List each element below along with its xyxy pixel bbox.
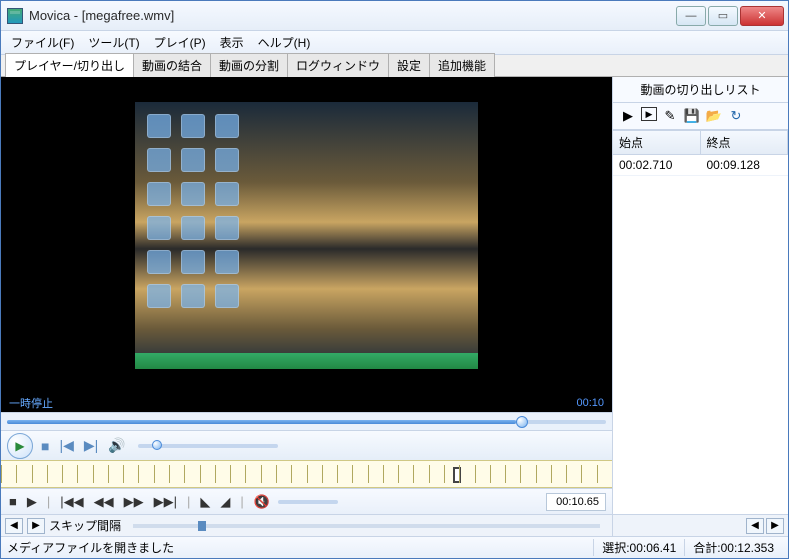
volume-thumb[interactable]	[152, 440, 162, 450]
segment-table: 始点 終点 00:02.710 00:09.128	[613, 130, 788, 514]
mark-out-button[interactable]: ◢	[218, 494, 232, 510]
edit-time-display: 00:10.65	[546, 493, 606, 511]
status-selection: 選択:00:06.41	[593, 539, 684, 556]
mark-in-button[interactable]: ◣	[198, 494, 212, 510]
skip-next-button[interactable]: ▶	[27, 518, 45, 534]
menu-file[interactable]: ファイル(F)	[5, 32, 80, 53]
status-total: 合計:00:12.353	[684, 539, 782, 556]
edit-volume-slider[interactable]	[278, 500, 338, 504]
main-area: 一時停止 00:10 ▶ ■ |◀ ▶| 🔊	[1, 77, 788, 536]
tab-join[interactable]: 動画の結合	[133, 53, 211, 77]
tab-settings[interactable]: 設定	[388, 53, 430, 77]
seg-open-button[interactable]: 📂	[705, 107, 723, 125]
statusbar: メディアファイルを開きました 選択:00:06.41 合計:00:12.353	[1, 536, 788, 558]
col-end[interactable]: 終点	[701, 131, 789, 154]
seekbar-row	[1, 412, 612, 430]
edit-play-button[interactable]: ▶	[25, 494, 39, 510]
skip-interval-label: スキップ間隔	[49, 517, 121, 534]
stop-button[interactable]: ■	[39, 438, 51, 454]
tab-extra[interactable]: 追加機能	[429, 53, 495, 77]
seg-play-button[interactable]: ▶	[619, 107, 637, 125]
skip-first-button[interactable]: |◀◀	[58, 494, 85, 510]
segment-panel-title: 動画の切り出しリスト	[613, 77, 788, 103]
seg-refresh-button[interactable]: ↻	[727, 107, 745, 125]
menubar: ファイル(F) ツール(T) プレイ(P) 表示 ヘルプ(H)	[1, 31, 788, 55]
segment-row[interactable]: 00:02.710 00:09.128	[613, 155, 788, 176]
skip-interval-thumb[interactable]	[198, 521, 206, 531]
tab-log[interactable]: ログウィンドウ	[287, 53, 389, 77]
video-display[interactable]	[1, 77, 612, 394]
playback-status: 一時停止	[9, 395, 53, 411]
minimize-button[interactable]: —	[676, 6, 706, 26]
skip-interval-slider[interactable]	[133, 524, 600, 528]
edit-controls: ■ ▶ | |◀◀ ◀◀ ▶▶ ▶▶| | ◣ ◢ | 🔇 00:10.65	[1, 488, 612, 514]
window-title: Movica - [megafree.wmv]	[29, 8, 676, 23]
segment-panel: 動画の切り出しリスト ▶ ▶ ✎ 💾 📂 ↻ 始点 終点 00:02.710 0…	[613, 77, 788, 536]
seekbar-thumb[interactable]	[516, 416, 528, 428]
seg-nav-next[interactable]: ▶	[766, 518, 784, 534]
titlebar: Movica - [megafree.wmv] — ▭ ✕	[1, 1, 788, 31]
menu-tools[interactable]: ツール(T)	[82, 32, 145, 53]
status-message: メディアファイルを開きました	[7, 539, 593, 556]
seekbar[interactable]	[7, 420, 606, 424]
play-icon: ▶	[15, 439, 24, 453]
volume-slider[interactable]	[138, 444, 278, 448]
close-button[interactable]: ✕	[740, 6, 784, 26]
tabbar: プレイヤー/切り出し 動画の結合 動画の分割 ログウィンドウ 設定 追加機能	[1, 55, 788, 77]
playback-time: 00:10	[576, 397, 604, 409]
timeline[interactable]	[1, 460, 612, 488]
seg-save-button[interactable]: 💾	[683, 107, 701, 125]
video-frame	[135, 102, 477, 368]
tab-split[interactable]: 動画の分割	[210, 53, 288, 77]
window-buttons: — ▭ ✕	[676, 6, 784, 26]
video-status-row: 一時停止 00:10	[1, 394, 612, 412]
menu-help[interactable]: ヘルプ(H)	[252, 32, 317, 53]
skip-interval-row: ◀ ▶ スキップ間隔	[1, 514, 612, 536]
seg-edit-button[interactable]: ✎	[661, 107, 679, 125]
next-button[interactable]: ▶|	[82, 437, 100, 454]
player-controls: ▶ ■ |◀ ▶| 🔊	[1, 430, 612, 460]
volume-icon[interactable]: 🔊	[106, 437, 127, 454]
segment-toolbar: ▶ ▶ ✎ 💾 📂 ↻	[613, 103, 788, 130]
app-icon	[7, 8, 23, 24]
play-button[interactable]: ▶	[7, 433, 33, 459]
maximize-button[interactable]: ▭	[708, 6, 738, 26]
segment-header: 始点 終点	[613, 131, 788, 155]
tab-player[interactable]: プレイヤー/切り出し	[5, 53, 134, 77]
segment-start: 00:02.710	[613, 155, 701, 175]
segment-end: 00:09.128	[701, 155, 789, 175]
app-window: Movica - [megafree.wmv] — ▭ ✕ ファイル(F) ツー…	[0, 0, 789, 559]
seg-playall-button[interactable]: ▶	[641, 107, 657, 121]
player-panel: 一時停止 00:10 ▶ ■ |◀ ▶| 🔊	[1, 77, 613, 536]
seg-nav-prev[interactable]: ◀	[746, 518, 764, 534]
segment-nav: ◀ ▶	[613, 514, 788, 536]
skip-last-button[interactable]: ▶▶|	[152, 494, 179, 510]
prev-button[interactable]: |◀	[57, 437, 75, 454]
mute-icon[interactable]: 🔇	[252, 494, 272, 510]
skip-fwd-button[interactable]: ▶▶	[122, 494, 146, 510]
skip-prev-button[interactable]: ◀	[5, 518, 23, 534]
skip-back-button[interactable]: ◀◀	[92, 494, 116, 510]
col-start[interactable]: 始点	[613, 131, 701, 154]
video-content	[147, 114, 241, 310]
menu-play[interactable]: プレイ(P)	[148, 32, 212, 53]
menu-view[interactable]: 表示	[214, 32, 250, 53]
edit-stop-button[interactable]: ■	[7, 494, 19, 509]
